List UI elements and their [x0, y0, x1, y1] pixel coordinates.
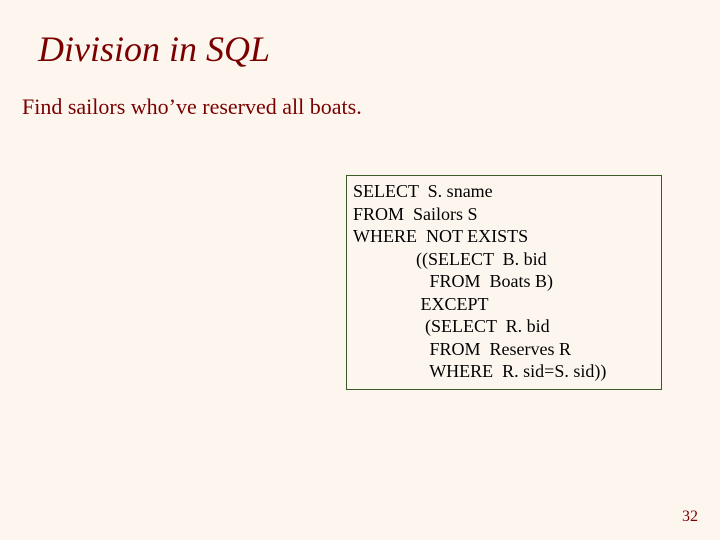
- page-number: 32: [682, 508, 698, 526]
- code-text: (: [353, 316, 431, 336]
- sql-keyword: SELECT: [428, 249, 494, 269]
- sql-keyword: WHERE NOT EXISTS: [353, 226, 528, 246]
- slide-subtitle: Find sailors who’ve reserved all boats.: [22, 94, 362, 120]
- sql-keyword: EXCEPT: [421, 294, 489, 314]
- code-text: B. bid: [494, 249, 547, 269]
- code-line: WHERE R. sid=S. sid)): [353, 360, 655, 383]
- code-line: FROM Sailors S: [353, 203, 655, 226]
- code-text: S. sname: [419, 181, 493, 201]
- code-line: FROM Reserves R: [353, 338, 655, 361]
- sql-keyword: FROM: [430, 271, 481, 291]
- slide-title: Division in SQL: [38, 28, 270, 70]
- code-text: [353, 271, 430, 291]
- slide: Division in SQL Find sailors who’ve rese…: [0, 0, 720, 540]
- code-text: Boats B): [481, 271, 554, 291]
- code-text: [353, 339, 430, 359]
- sql-keyword: SELECT: [353, 181, 419, 201]
- sql-keyword: WHERE: [429, 361, 493, 381]
- sql-keyword: FROM: [353, 204, 404, 224]
- code-text: [353, 294, 421, 314]
- code-text: ((: [353, 249, 428, 269]
- code-text: R. sid=S. sid)): [493, 361, 606, 381]
- sql-keyword: SELECT: [431, 316, 497, 336]
- code-line: SELECT S. sname: [353, 180, 655, 203]
- code-line: WHERE NOT EXISTS: [353, 225, 655, 248]
- code-text: Sailors S: [404, 204, 478, 224]
- code-line: (SELECT R. bid: [353, 315, 655, 338]
- code-line: FROM Boats B): [353, 270, 655, 293]
- code-text: Reserves R: [481, 339, 571, 359]
- sql-keyword: FROM: [430, 339, 481, 359]
- sql-code-box: SELECT S. sname FROM Sailors S WHERE NOT…: [346, 175, 662, 390]
- code-text: [353, 361, 429, 381]
- code-text: R. bid: [497, 316, 550, 336]
- code-line: EXCEPT: [353, 293, 655, 316]
- code-line: ((SELECT B. bid: [353, 248, 655, 271]
